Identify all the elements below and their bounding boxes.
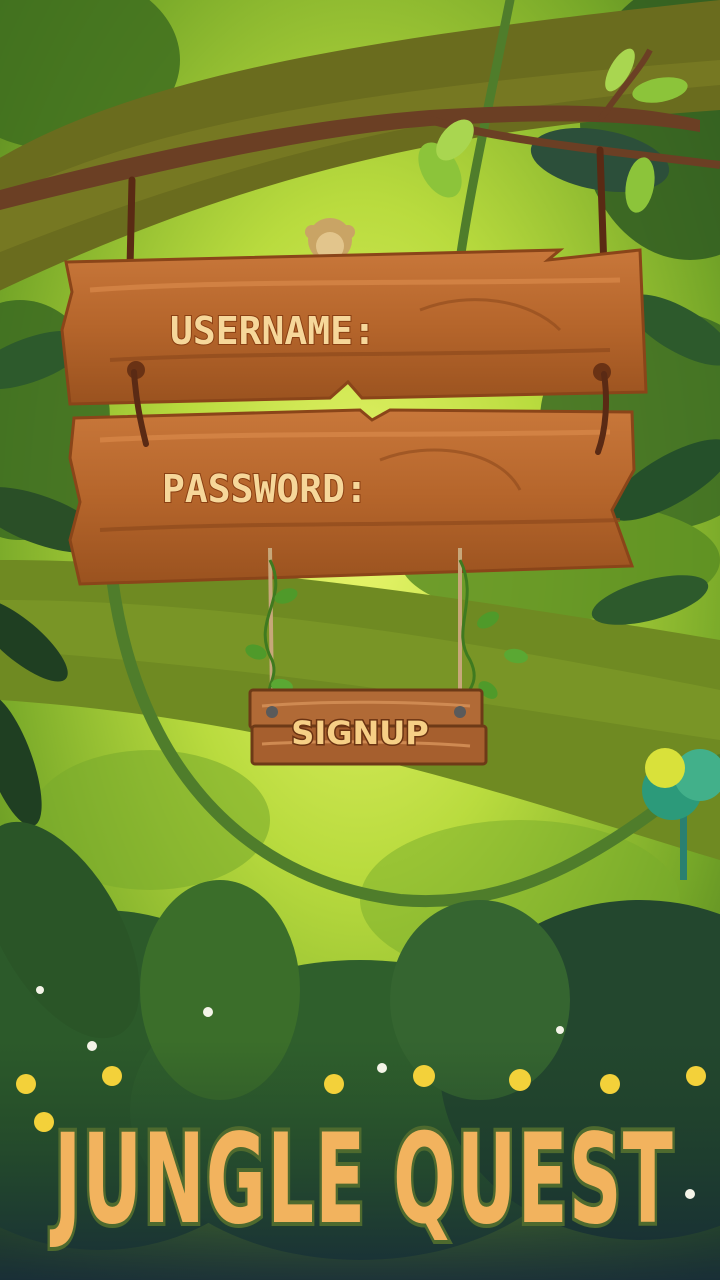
password-input[interactable] bbox=[334, 466, 608, 516]
username-input[interactable] bbox=[334, 308, 608, 358]
game-title: JUNGLE QUEST bbox=[50, 1108, 674, 1252]
signup-button[interactable]: SIGNUP bbox=[248, 688, 488, 766]
signup-label: SIGNUP bbox=[291, 714, 428, 752]
bolt-icon bbox=[266, 706, 278, 718]
jungle-scene: USERNAME: PASSWORD: SIGNUP JUNGLE QUEST bbox=[0, 0, 720, 1280]
bolt-icon bbox=[454, 706, 466, 718]
